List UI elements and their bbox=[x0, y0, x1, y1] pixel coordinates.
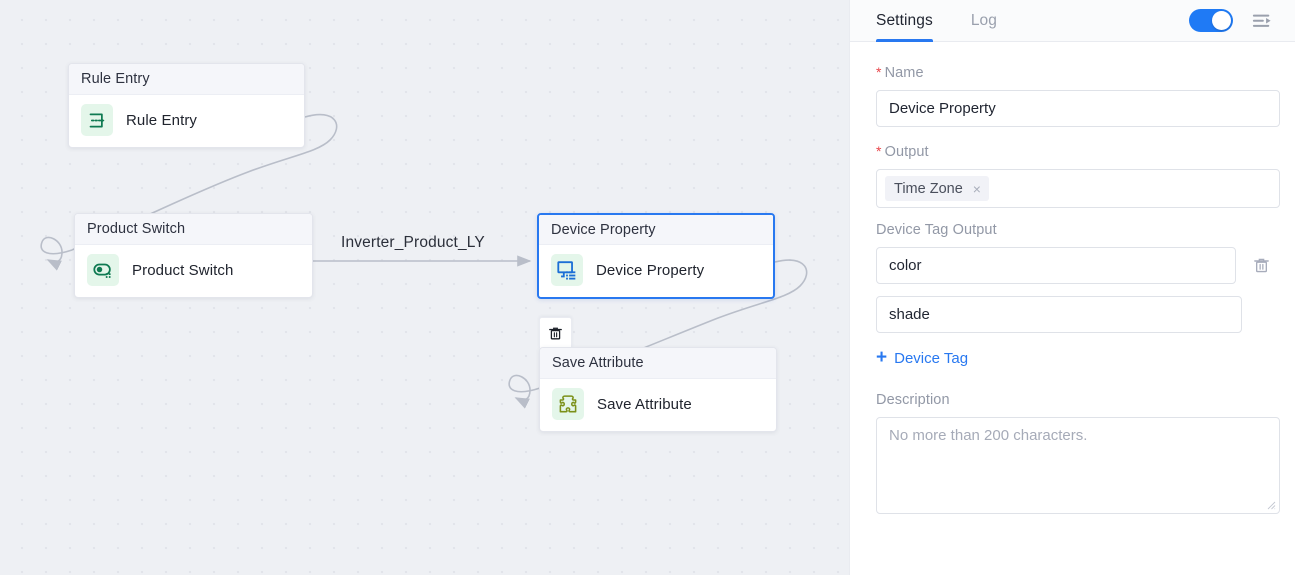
output-select[interactable]: Time Zone × bbox=[876, 169, 1280, 208]
output-tag-time-zone: Time Zone × bbox=[885, 176, 989, 201]
node-body: Rule Entry bbox=[69, 95, 304, 147]
node-body: Device Property bbox=[539, 245, 773, 297]
field-description: Description No more than 200 characters. bbox=[876, 392, 1280, 514]
node-label: Device Property bbox=[596, 261, 705, 279]
node-body: Product Switch bbox=[75, 245, 312, 297]
node-device-property[interactable]: Device Property Device Property bbox=[537, 213, 775, 299]
save-attribute-icon bbox=[552, 388, 584, 420]
field-output: * Output Time Zone × bbox=[876, 143, 1280, 208]
required-asterisk: * bbox=[876, 64, 882, 80]
field-device-tag-output: Device Tag Output color shade + Device T… bbox=[876, 222, 1271, 368]
add-device-tag-button[interactable]: + Device Tag bbox=[876, 347, 969, 368]
description-placeholder: No more than 200 characters. bbox=[889, 427, 1088, 444]
settings-panel: Settings Log * Name Device Property * Ou… bbox=[849, 0, 1295, 575]
device-tag-value-2: shade bbox=[889, 306, 930, 323]
field-description-label: Description bbox=[876, 392, 950, 408]
node-title: Save Attribute bbox=[540, 348, 776, 379]
remove-tag-icon[interactable]: × bbox=[973, 182, 981, 196]
node-title: Product Switch bbox=[75, 214, 312, 245]
node-label: Product Switch bbox=[132, 261, 234, 279]
resize-grip-icon bbox=[1267, 501, 1276, 510]
tab-settings[interactable]: Settings bbox=[876, 0, 933, 42]
node-save-attribute[interactable]: Save Attribute Save Attribute bbox=[539, 347, 777, 432]
flow-canvas[interactable]: Rule Entry Rule Entry Product Switch Pro… bbox=[0, 0, 849, 575]
field-name: * Name Device Property bbox=[876, 64, 1280, 127]
trash-icon bbox=[1254, 258, 1269, 273]
field-device-tag-output-label: Device Tag Output bbox=[876, 222, 997, 238]
tab-log-label: Log bbox=[970, 11, 997, 29]
node-title: Device Property bbox=[539, 215, 773, 245]
description-textarea[interactable]: No more than 200 characters. bbox=[876, 417, 1280, 514]
required-asterisk: * bbox=[876, 143, 882, 159]
device-tag-row: shade bbox=[876, 296, 1271, 333]
device-tag-row: color bbox=[876, 247, 1271, 284]
rule-entry-icon bbox=[81, 104, 113, 136]
rule-engine-editor: Rule Entry Rule Entry Product Switch Pro… bbox=[0, 0, 1295, 575]
name-input[interactable]: Device Property bbox=[876, 90, 1280, 127]
field-name-label: * Name bbox=[876, 64, 1271, 81]
node-label: Rule Entry bbox=[126, 111, 198, 129]
tab-settings-label: Settings bbox=[876, 11, 933, 29]
node-body: Save Attribute bbox=[540, 379, 776, 431]
node-rule-entry[interactable]: Rule Entry Rule Entry bbox=[68, 63, 305, 148]
panel-header: Settings Log bbox=[850, 0, 1295, 42]
name-input-value: Device Property bbox=[889, 100, 996, 117]
panel-header-actions bbox=[1189, 9, 1273, 32]
device-tag-value-1: color bbox=[889, 257, 922, 274]
plus-icon: + bbox=[876, 347, 888, 368]
output-tag-label: Time Zone bbox=[894, 180, 963, 197]
enable-toggle[interactable] bbox=[1189, 9, 1233, 32]
field-output-label: * Output bbox=[876, 143, 1271, 160]
field-name-label-text: Name bbox=[884, 65, 924, 81]
edge-label-inverter-product-ly: Inverter_Product_LY bbox=[341, 234, 485, 251]
field-output-label-text: Output bbox=[884, 144, 929, 160]
panel-body: * Name Device Property * Output Time Zone … bbox=[850, 42, 1295, 575]
device-property-icon bbox=[551, 254, 583, 286]
delete-node-button[interactable] bbox=[539, 317, 572, 348]
node-label: Save Attribute bbox=[597, 395, 692, 413]
product-switch-icon bbox=[87, 254, 119, 286]
toggle-knob bbox=[1212, 11, 1231, 30]
tab-log[interactable]: Log bbox=[971, 0, 997, 42]
node-title: Rule Entry bbox=[69, 64, 304, 95]
device-tag-input-2[interactable]: shade bbox=[876, 296, 1242, 333]
node-product-switch[interactable]: Product Switch Product Switch bbox=[74, 213, 313, 298]
delete-device-tag-button[interactable] bbox=[1252, 256, 1271, 275]
add-device-tag-label: Device Tag bbox=[894, 350, 969, 367]
device-tag-input-1[interactable]: color bbox=[876, 247, 1236, 284]
panel-collapse-icon[interactable] bbox=[1251, 11, 1273, 31]
trash-icon bbox=[549, 327, 562, 339]
